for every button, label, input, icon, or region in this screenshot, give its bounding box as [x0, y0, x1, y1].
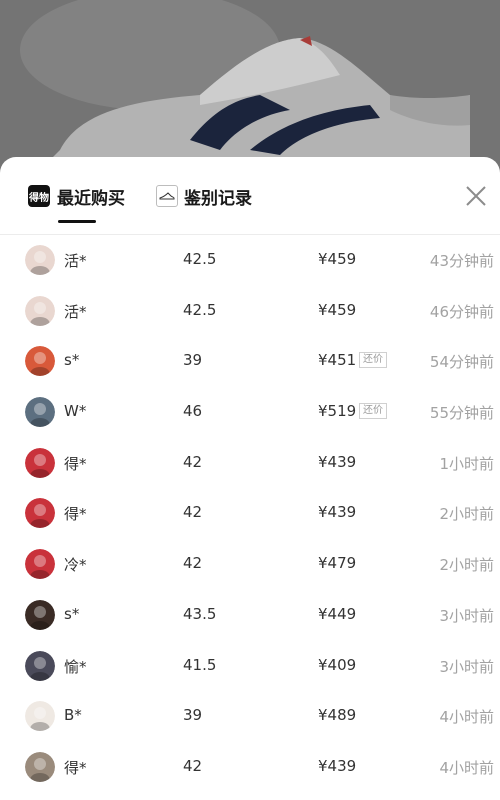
purchase-time: 46分钟前	[429, 302, 494, 321]
purchase-record-row: s* 43.5 ¥449 3小时前	[0, 590, 500, 641]
purchase-time: 4小时前	[439, 708, 494, 727]
user-name: s*	[64, 604, 80, 623]
purchase-time: 1小时前	[439, 454, 494, 473]
authentication-badge-icon	[156, 185, 178, 207]
user-avatar[interactable]	[25, 447, 55, 478]
user-name: 得*	[64, 758, 87, 777]
user-avatar[interactable]	[25, 549, 55, 580]
purchase-time: 3小时前	[439, 606, 494, 625]
user-avatar[interactable]	[25, 498, 55, 529]
shoe-size: 42	[183, 503, 203, 522]
shoe-size: 39	[183, 351, 203, 370]
tab-authentication-records-label: 鉴别记录	[184, 188, 252, 209]
purchase-price: ¥489	[318, 706, 357, 725]
user-name: W*	[64, 402, 87, 421]
user-name: B*	[64, 706, 82, 725]
dewu-logo-icon: 得物	[28, 185, 50, 207]
user-avatar[interactable]	[25, 701, 55, 732]
user-name: 得*	[64, 505, 87, 524]
purchase-record-row: 活* 42.5 ¥459 46分钟前	[0, 286, 500, 337]
purchase-price: ¥409	[318, 655, 357, 674]
user-avatar[interactable]	[25, 245, 55, 275]
purchase-time: 55分钟前	[429, 404, 494, 423]
purchase-price: ¥459	[318, 250, 357, 268]
purchase-record-row: 得* 42 ¥439 4小时前	[0, 742, 500, 793]
user-avatar[interactable]	[25, 295, 55, 326]
bargain-badge: 还价	[359, 403, 387, 420]
shoe-size: 43.5	[183, 604, 217, 623]
purchase-record-row: B* 39 ¥489 4小时前	[0, 691, 500, 742]
purchase-price: ¥439	[318, 503, 357, 522]
user-avatar[interactable]	[25, 650, 55, 681]
user-name: s*	[64, 351, 80, 370]
purchase-price: ¥439	[318, 756, 357, 775]
user-avatar[interactable]	[25, 599, 55, 630]
purchase-time: 2小时前	[439, 505, 494, 524]
shoe-size: 39	[183, 706, 203, 725]
user-name: 愉*	[64, 657, 87, 676]
bargain-badge: 还价	[359, 352, 387, 369]
purchase-price: ¥451	[318, 351, 357, 370]
user-name: 活*	[64, 252, 87, 270]
purchase-time: 4小时前	[439, 758, 494, 777]
purchase-time: 3小时前	[439, 657, 494, 676]
purchase-record-row: 活* 42.5 ¥459 43分钟前	[0, 235, 500, 286]
active-tab-indicator	[58, 220, 96, 223]
user-avatar[interactable]	[25, 397, 55, 428]
purchase-time: 54分钟前	[429, 353, 494, 372]
shoe-size: 42	[183, 452, 203, 471]
shoe-size: 42.5	[183, 300, 217, 319]
purchase-record-row: s* 39 ¥451 54分钟前 还价	[0, 336, 500, 387]
shoe-size: 42	[183, 756, 203, 775]
purchase-price: ¥459	[318, 300, 357, 319]
shoe-size: 42.5	[183, 250, 217, 268]
user-avatar[interactable]	[25, 346, 55, 377]
user-name: 得*	[64, 454, 87, 473]
shoe-size: 46	[183, 402, 203, 421]
tab-recent-purchases[interactable]: 得物 最近购买	[28, 182, 125, 210]
purchase-price: ¥519	[318, 402, 357, 421]
user-avatar[interactable]	[25, 751, 55, 782]
purchase-record-row: 得* 42 ¥439 2小时前	[0, 488, 500, 539]
tab-recent-purchases-label: 最近购买	[57, 188, 125, 209]
purchase-record-row: W* 46 ¥519 55分钟前 还价	[0, 387, 500, 438]
purchase-price: ¥439	[318, 452, 357, 471]
shoe-size: 41.5	[183, 655, 217, 674]
purchase-price: ¥479	[318, 554, 357, 573]
user-name: 活*	[64, 302, 87, 321]
purchase-records-sheet: 得物 最近购买 鉴别记录 活* 42.5 ¥459 43分钟前 活* 42.5 ¥459 46…	[0, 157, 500, 800]
close-icon[interactable]	[464, 184, 488, 208]
purchase-record-row: 愉* 41.5 ¥409 3小时前	[0, 641, 500, 692]
purchase-time: 43分钟前	[429, 252, 494, 270]
tab-bar: 得物 最近购买 鉴别记录	[0, 157, 500, 235]
shoe-size: 42	[183, 554, 203, 573]
purchase-time: 2小时前	[439, 556, 494, 575]
tab-authentication-records[interactable]: 鉴别记录	[156, 182, 252, 210]
user-name: 冷*	[64, 556, 87, 575]
purchase-record-row: 冷* 42 ¥479 2小时前	[0, 539, 500, 590]
purchase-price: ¥449	[318, 604, 357, 623]
purchase-records-list: 活* 42.5 ¥459 43分钟前 活* 42.5 ¥459 46分钟前 s* 39 ¥451 54…	[0, 235, 500, 793]
purchase-record-row: 得* 42 ¥439 1小时前	[0, 438, 500, 489]
